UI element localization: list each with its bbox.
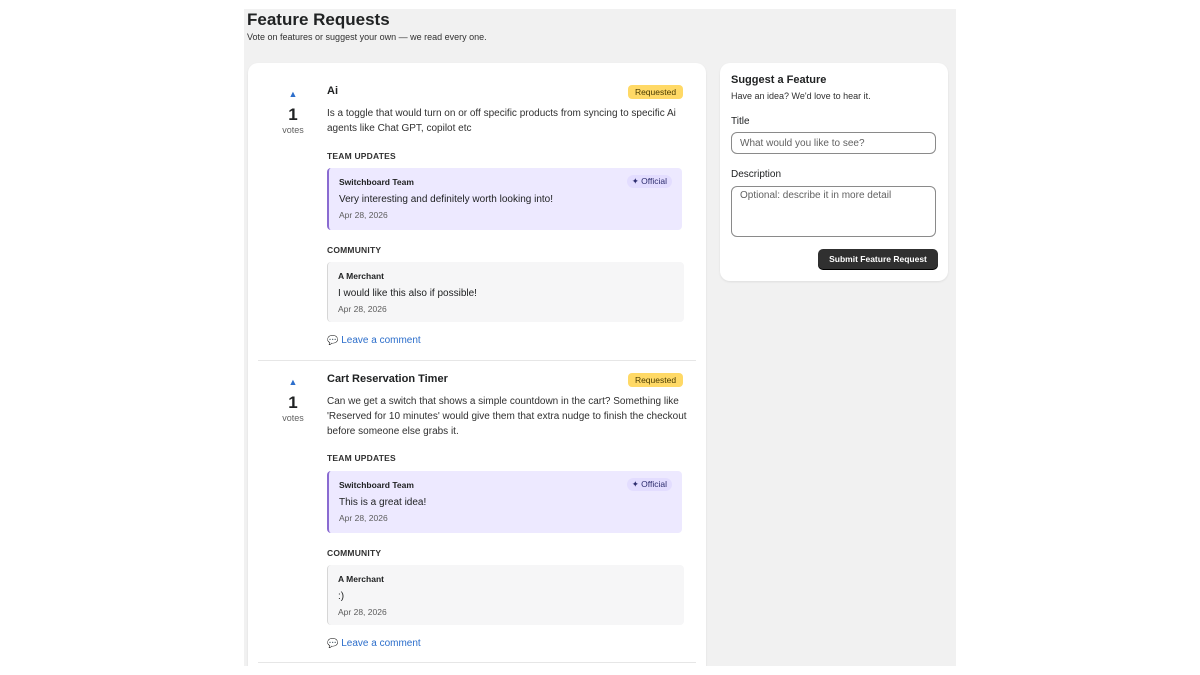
upvote-icon[interactable]: ▲ <box>270 89 316 99</box>
comment-message: I would like this also if possible! <box>338 288 477 299</box>
page-title: Feature Requests <box>247 10 390 29</box>
request-item: ▲ 1 votes Ai Requested Is a toggle that … <box>248 63 706 361</box>
community-comment: A Merchant I would like this also if pos… <box>327 262 684 322</box>
speech-bubble-icon: 💬 <box>327 335 339 345</box>
comment-author: A Merchant <box>338 271 384 281</box>
comment-message: :) <box>338 591 345 602</box>
community-label: COMMUNITY <box>327 245 382 255</box>
votes-label: votes <box>282 413 304 423</box>
votes-label: votes <box>282 125 304 135</box>
leave-comment-link[interactable]: 💬 Leave a comment <box>327 638 421 649</box>
feature-requests-panel: Feature Requests Vote on features or sug… <box>244 9 956 666</box>
submit-feature-request-button[interactable]: Submit Feature Request <box>818 249 938 269</box>
update-date: Apr 28, 2026 <box>339 513 388 523</box>
title-field-label: Title <box>731 116 750 127</box>
status-badge: Requested <box>628 85 683 99</box>
community-label: COMMUNITY <box>327 548 382 558</box>
community-comment: A Merchant :) Apr 28, 2026 <box>327 565 684 625</box>
vote-count: 1 <box>288 393 298 412</box>
update-author: Switchboard Team <box>339 480 414 490</box>
request-title: Ai <box>327 85 338 97</box>
page-subtitle: Vote on features or suggest your own — w… <box>247 32 487 42</box>
request-description: Is a toggle that would turn on or off sp… <box>327 108 676 134</box>
vote-widget: ▲ 1 votes <box>270 89 316 136</box>
update-message: Very interesting and definitely worth lo… <box>339 194 554 205</box>
request-divider <box>258 662 696 663</box>
update-message: This is a great idea! <box>339 497 427 508</box>
comment-author: A Merchant <box>338 574 384 584</box>
update-author: Switchboard Team <box>339 177 414 187</box>
vote-count: 1 <box>288 105 298 124</box>
official-badge: ✦ Official <box>626 478 672 491</box>
comment-date: Apr 28, 2026 <box>338 607 387 617</box>
vote-widget: ▲ 1 votes <box>270 377 316 424</box>
title-input[interactable] <box>731 132 936 154</box>
speech-bubble-icon: 💬 <box>327 638 339 648</box>
team-update: Switchboard Team ✦ Official This is a gr… <box>327 471 682 533</box>
update-date: Apr 28, 2026 <box>339 210 388 220</box>
official-badge: ✦ Official <box>626 175 672 188</box>
request-title: Cart Reservation Timer <box>327 373 448 385</box>
request-description: Can we get a switch that shows a simple … <box>327 396 687 437</box>
request-item: ▲ 1 votes Cart Reservation Timer Request… <box>248 361 706 663</box>
leave-comment-label: Leave a comment <box>341 335 421 346</box>
requests-list-card: ▲ 1 votes Ai Requested Is a toggle that … <box>248 63 706 666</box>
description-textarea[interactable] <box>731 186 936 237</box>
upvote-icon[interactable]: ▲ <box>270 377 316 387</box>
team-updates-label: TEAM UPDATES <box>327 453 396 463</box>
suggest-subtitle: Have an idea? We'd love to hear it. <box>731 91 871 101</box>
suggest-feature-card: Suggest a Feature Have an idea? We'd lov… <box>720 63 948 281</box>
comment-date: Apr 28, 2026 <box>338 304 387 314</box>
suggest-title: Suggest a Feature <box>731 74 827 86</box>
status-badge: Requested <box>628 373 683 387</box>
team-updates-label: TEAM UPDATES <box>327 151 396 161</box>
team-update: Switchboard Team ✦ Official Very interes… <box>327 168 682 230</box>
leave-comment-link[interactable]: 💬 Leave a comment <box>327 335 421 346</box>
leave-comment-label: Leave a comment <box>341 638 421 649</box>
description-field-label: Description <box>731 169 782 180</box>
